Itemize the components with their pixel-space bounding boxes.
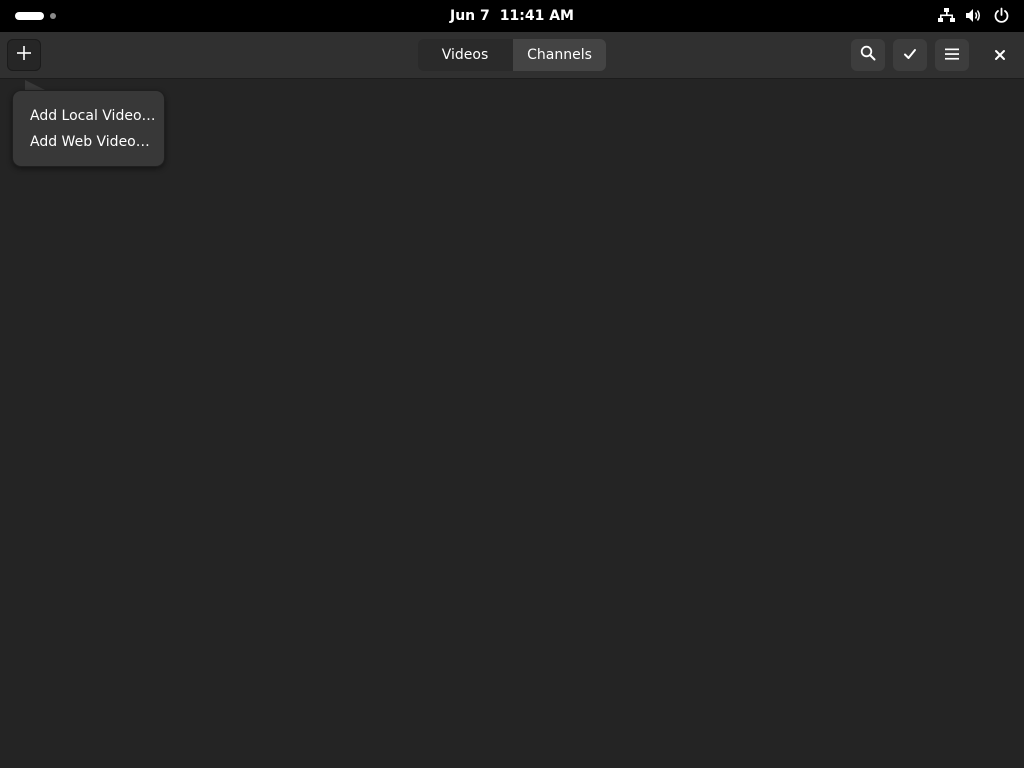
checkmark-icon [903, 46, 917, 65]
activities-button[interactable] [15, 12, 56, 20]
power-icon [993, 7, 1010, 24]
selection-mode-button[interactable] [893, 39, 927, 71]
system-tray[interactable] [938, 7, 1010, 24]
tab-channels-label: Channels [527, 47, 592, 63]
clock: Jun 7 11:41 AM [0, 0, 1024, 32]
main-content-area [0, 80, 1024, 768]
add-button[interactable] [7, 39, 41, 71]
add-popover-menu: Add Local Video… Add Web Video… [12, 90, 165, 167]
search-button[interactable] [851, 39, 885, 71]
close-icon [994, 46, 1006, 65]
volume-icon [965, 7, 983, 24]
clock-time: 11:41 AM [499, 8, 574, 24]
network-wired-icon [938, 7, 955, 24]
clock-date: Jun 7 [450, 8, 490, 24]
menu-item-add-web-video[interactable]: Add Web Video… [13, 129, 164, 155]
header-bar: Videos Channels [0, 32, 1024, 79]
workspace-indicator-active [15, 12, 44, 20]
tab-videos[interactable]: Videos [418, 39, 512, 71]
main-menu-button[interactable] [935, 39, 969, 71]
plus-icon [16, 45, 32, 65]
system-top-bar: Jun 7 11:41 AM [0, 0, 1024, 32]
hamburger-menu-icon [944, 46, 960, 65]
close-window-button[interactable] [983, 39, 1017, 71]
clock-button[interactable]: Jun 7 11:41 AM [450, 8, 574, 24]
menu-item-add-local-video[interactable]: Add Local Video… [13, 103, 164, 129]
workspace-indicator-dot [50, 13, 56, 19]
search-icon [860, 45, 876, 65]
tab-videos-label: Videos [441, 47, 489, 63]
view-switcher: Videos Channels [418, 39, 606, 71]
tab-channels[interactable]: Channels [512, 39, 606, 71]
